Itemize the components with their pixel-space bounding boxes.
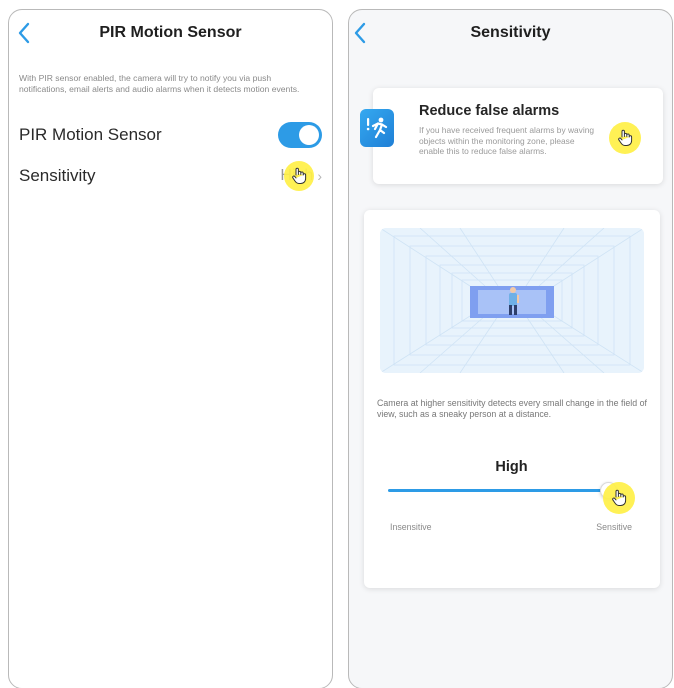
toggle-knob <box>299 125 319 145</box>
sensitivity-row[interactable]: Sensitivity High › <box>19 163 322 189</box>
sensitivity-value-link[interactable]: High › <box>280 167 322 185</box>
page-title: PIR Motion Sensor <box>99 24 242 41</box>
header: Sensitivity <box>349 10 672 58</box>
page-title: Sensitivity <box>470 24 551 41</box>
sensitivity-screen: Sensitivity Reduce false alarms If you h… <box>348 9 673 688</box>
pir-motion-sensor-screen: PIR Motion Sensor With PIR sensor enable… <box>8 9 333 688</box>
alarm-card-description: If you have received frequent alarms by … <box>419 125 595 156</box>
chevron-right-icon: › <box>317 168 322 184</box>
alarm-card-title: Reduce false alarms <box>419 103 560 119</box>
slider-max-label: Sensitive <box>596 522 632 532</box>
pir-description: With PIR sensor enabled, the camera will… <box>19 73 300 94</box>
sensitivity-slider-track[interactable] <box>388 489 608 492</box>
sensitivity-description: Camera at higher sensitivity detects eve… <box>377 398 647 419</box>
pir-motion-sensor-row: PIR Motion Sensor <box>19 122 322 148</box>
slider-min-label: Insensitive <box>390 522 432 532</box>
sensitivity-label: Sensitivity <box>19 166 96 185</box>
sensitivity-value: High <box>280 167 314 184</box>
pir-label: PIR Motion Sensor <box>19 125 162 144</box>
header: PIR Motion Sensor <box>9 10 332 58</box>
pir-toggle[interactable] <box>278 122 322 148</box>
sensitivity-level: High <box>495 459 528 475</box>
corridor-illustration <box>380 228 644 373</box>
sensitivity-slider-thumb[interactable] <box>600 482 617 499</box>
running-person-alarm-icon <box>360 109 394 147</box>
